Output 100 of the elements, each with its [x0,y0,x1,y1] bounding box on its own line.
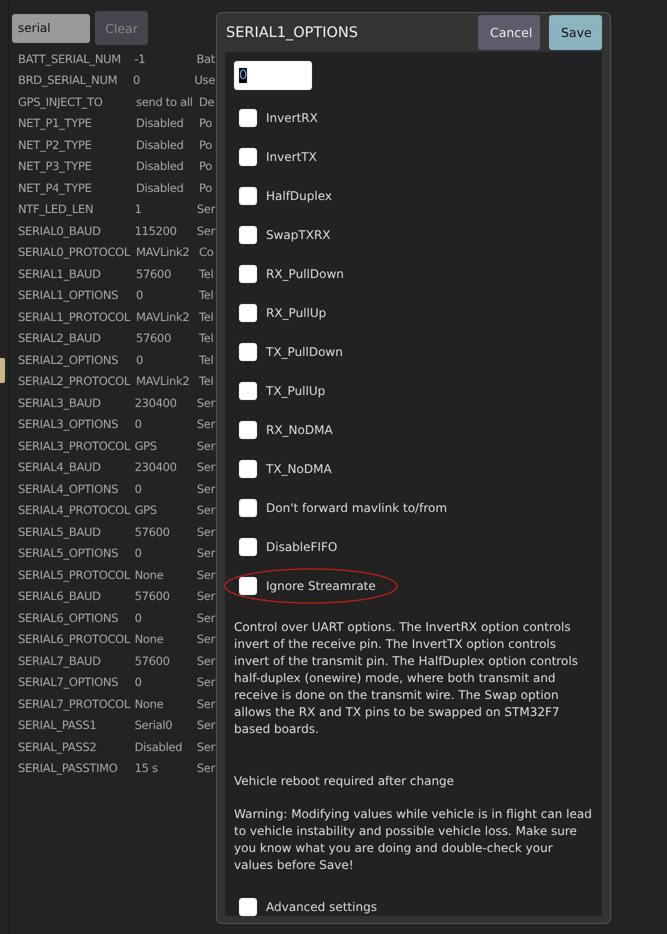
warning-text: Warning: Modifying values while vehicle is in flight can lead to vehicle instability and possible vehicle loss. Make sure you know what you are doing and double-check your values before Save! [234,806,593,874]
param-description: Tel [199,331,214,346]
param-description: Ser [196,503,215,518]
option-label: RX_PullDown [266,267,344,281]
search-field[interactable]: serial [12,14,90,42]
param-description: Ser [196,696,215,711]
param-name: SERIAL4_PROTOCOL [18,503,132,518]
checkbox[interactable] [239,499,257,517]
param-description: Ser [196,396,215,410]
checkbox[interactable] [239,265,257,283]
param-value: 0 [133,73,142,88]
option-label: Advanced settings [266,900,377,914]
param-description: Ser [196,546,215,560]
checkbox[interactable] [239,187,257,205]
param-name: NTF_LED_LEN [18,202,94,216]
param-value: 115200 [134,224,178,238]
param-description: Ser [196,675,215,690]
param-value: 57600 [134,654,171,668]
param-name: SERIAL6_PROTOCOL [18,632,132,646]
checkbox[interactable] [239,343,257,361]
param-description: Ser [196,610,215,625]
param-value: -1 [134,52,146,66]
checkbox[interactable] [239,109,257,127]
param-name: SERIAL3_OPTIONS [18,417,120,432]
param-value: MAVLink2 [136,310,190,324]
param-value: Disabled [136,116,185,130]
param-value: 0 [134,610,143,625]
option-label: InvertRX [266,111,318,125]
param-description: Ser [196,740,215,754]
param-description: Ser [196,524,215,539]
param-description: Bat [196,52,215,66]
param-value: 0 [134,417,143,432]
description-text: Control over UART options. The InvertRX option controls invert of the receive pin. The InvertTX option controls invert of the transmit pin. The HalfDuplex option controls half-duplex (onewire) mode, where both transmit and receive is done on the transmit wire. The Swap option allows the RX and TX pins to be swapped on STM32F7 based boards. [234,619,579,738]
option-label: Ignore Streamrate [266,579,376,593]
param-value: 0 [136,288,144,302]
checkbox[interactable] [239,421,257,439]
param-description: Ser [196,417,215,432]
save-button[interactable]: Save [549,15,602,50]
param-description: Ser [196,460,215,474]
param-value: 230400 [134,396,178,410]
option-label: Don't forward mavlink to/from [266,501,448,515]
param-description: Co [199,245,214,260]
param-description: Po [199,116,212,130]
checkbox[interactable] [239,226,257,244]
option-label: InvertTX [266,150,317,164]
option-label: RX_NoDMA [266,423,333,437]
param-name: SERIAL4_OPTIONS [18,482,120,496]
checkbox[interactable] [239,577,257,595]
param-name: SERIAL2_BAUD [18,331,102,346]
param-description: Ser [196,202,215,216]
option-label: HalfDuplex [266,189,332,203]
param-name: SERIAL5_PROTOCOL [18,568,132,582]
checkbox[interactable] [239,304,257,322]
param-description: Tel [199,352,214,367]
param-value: 15 s [134,761,159,776]
param-name: GPS_INJECT_TO [18,94,104,109]
param-name: SERIAL0_BAUD [18,224,102,238]
param-name: SERIAL5_OPTIONS [18,546,120,560]
param-value: None [134,696,164,711]
param-description: Ser [196,654,215,668]
param-name: SERIAL_PASSTIMO [18,761,119,776]
checkbox[interactable] [239,148,257,166]
param-description: Ser [196,482,215,496]
param-value: send to all [136,94,194,109]
cancel-button[interactable]: Cancel [478,15,540,50]
param-description: Tel [199,310,214,324]
value-field[interactable]: 0 [234,61,312,90]
param-name: SERIAL7_BAUD [18,654,102,668]
param-name: SERIAL1_PROTOCOL [18,310,132,324]
param-name: SERIAL6_BAUD [18,589,102,604]
param-value: 1 [134,202,143,216]
param-value: Disabled [136,159,185,174]
checkbox[interactable] [239,382,257,400]
checkbox[interactable] [239,460,257,478]
param-value: MAVLink2 [136,374,190,388]
param-name: NET_P2_TYPE [18,138,93,152]
param-name: BATT_SERIAL_NUM [18,52,122,66]
side-handle[interactable] [0,358,5,383]
param-name: SERIAL_PASS1 [18,718,98,732]
checkbox[interactable] [239,538,257,556]
option-label: RX_PullUp [266,306,326,320]
param-value: Disabled [134,740,184,754]
param-value: GPS [134,438,158,453]
param-value: Serial0 [134,718,174,732]
param-value: None [134,568,164,582]
param-description: Ser [196,632,215,646]
param-name: SERIAL3_BAUD [18,396,102,410]
checkbox[interactable] [239,898,257,916]
param-name: NET_P1_TYPE [18,116,93,130]
param-value: 0 [136,352,144,367]
option-label: TX_NoDMA [266,462,332,476]
param-description: Tel [199,374,214,388]
param-description: Ser [196,568,215,582]
reboot-note: Vehicle reboot required after change [234,773,456,790]
param-value: Disabled [136,138,185,152]
option-label: TX_PullUp [266,384,326,398]
dialog-title: SERIAL1_OPTIONS [226,24,358,40]
param-name: SERIAL_PASS2 [18,740,98,754]
param-name: SERIAL7_OPTIONS [18,675,120,690]
param-description: De [199,94,214,109]
